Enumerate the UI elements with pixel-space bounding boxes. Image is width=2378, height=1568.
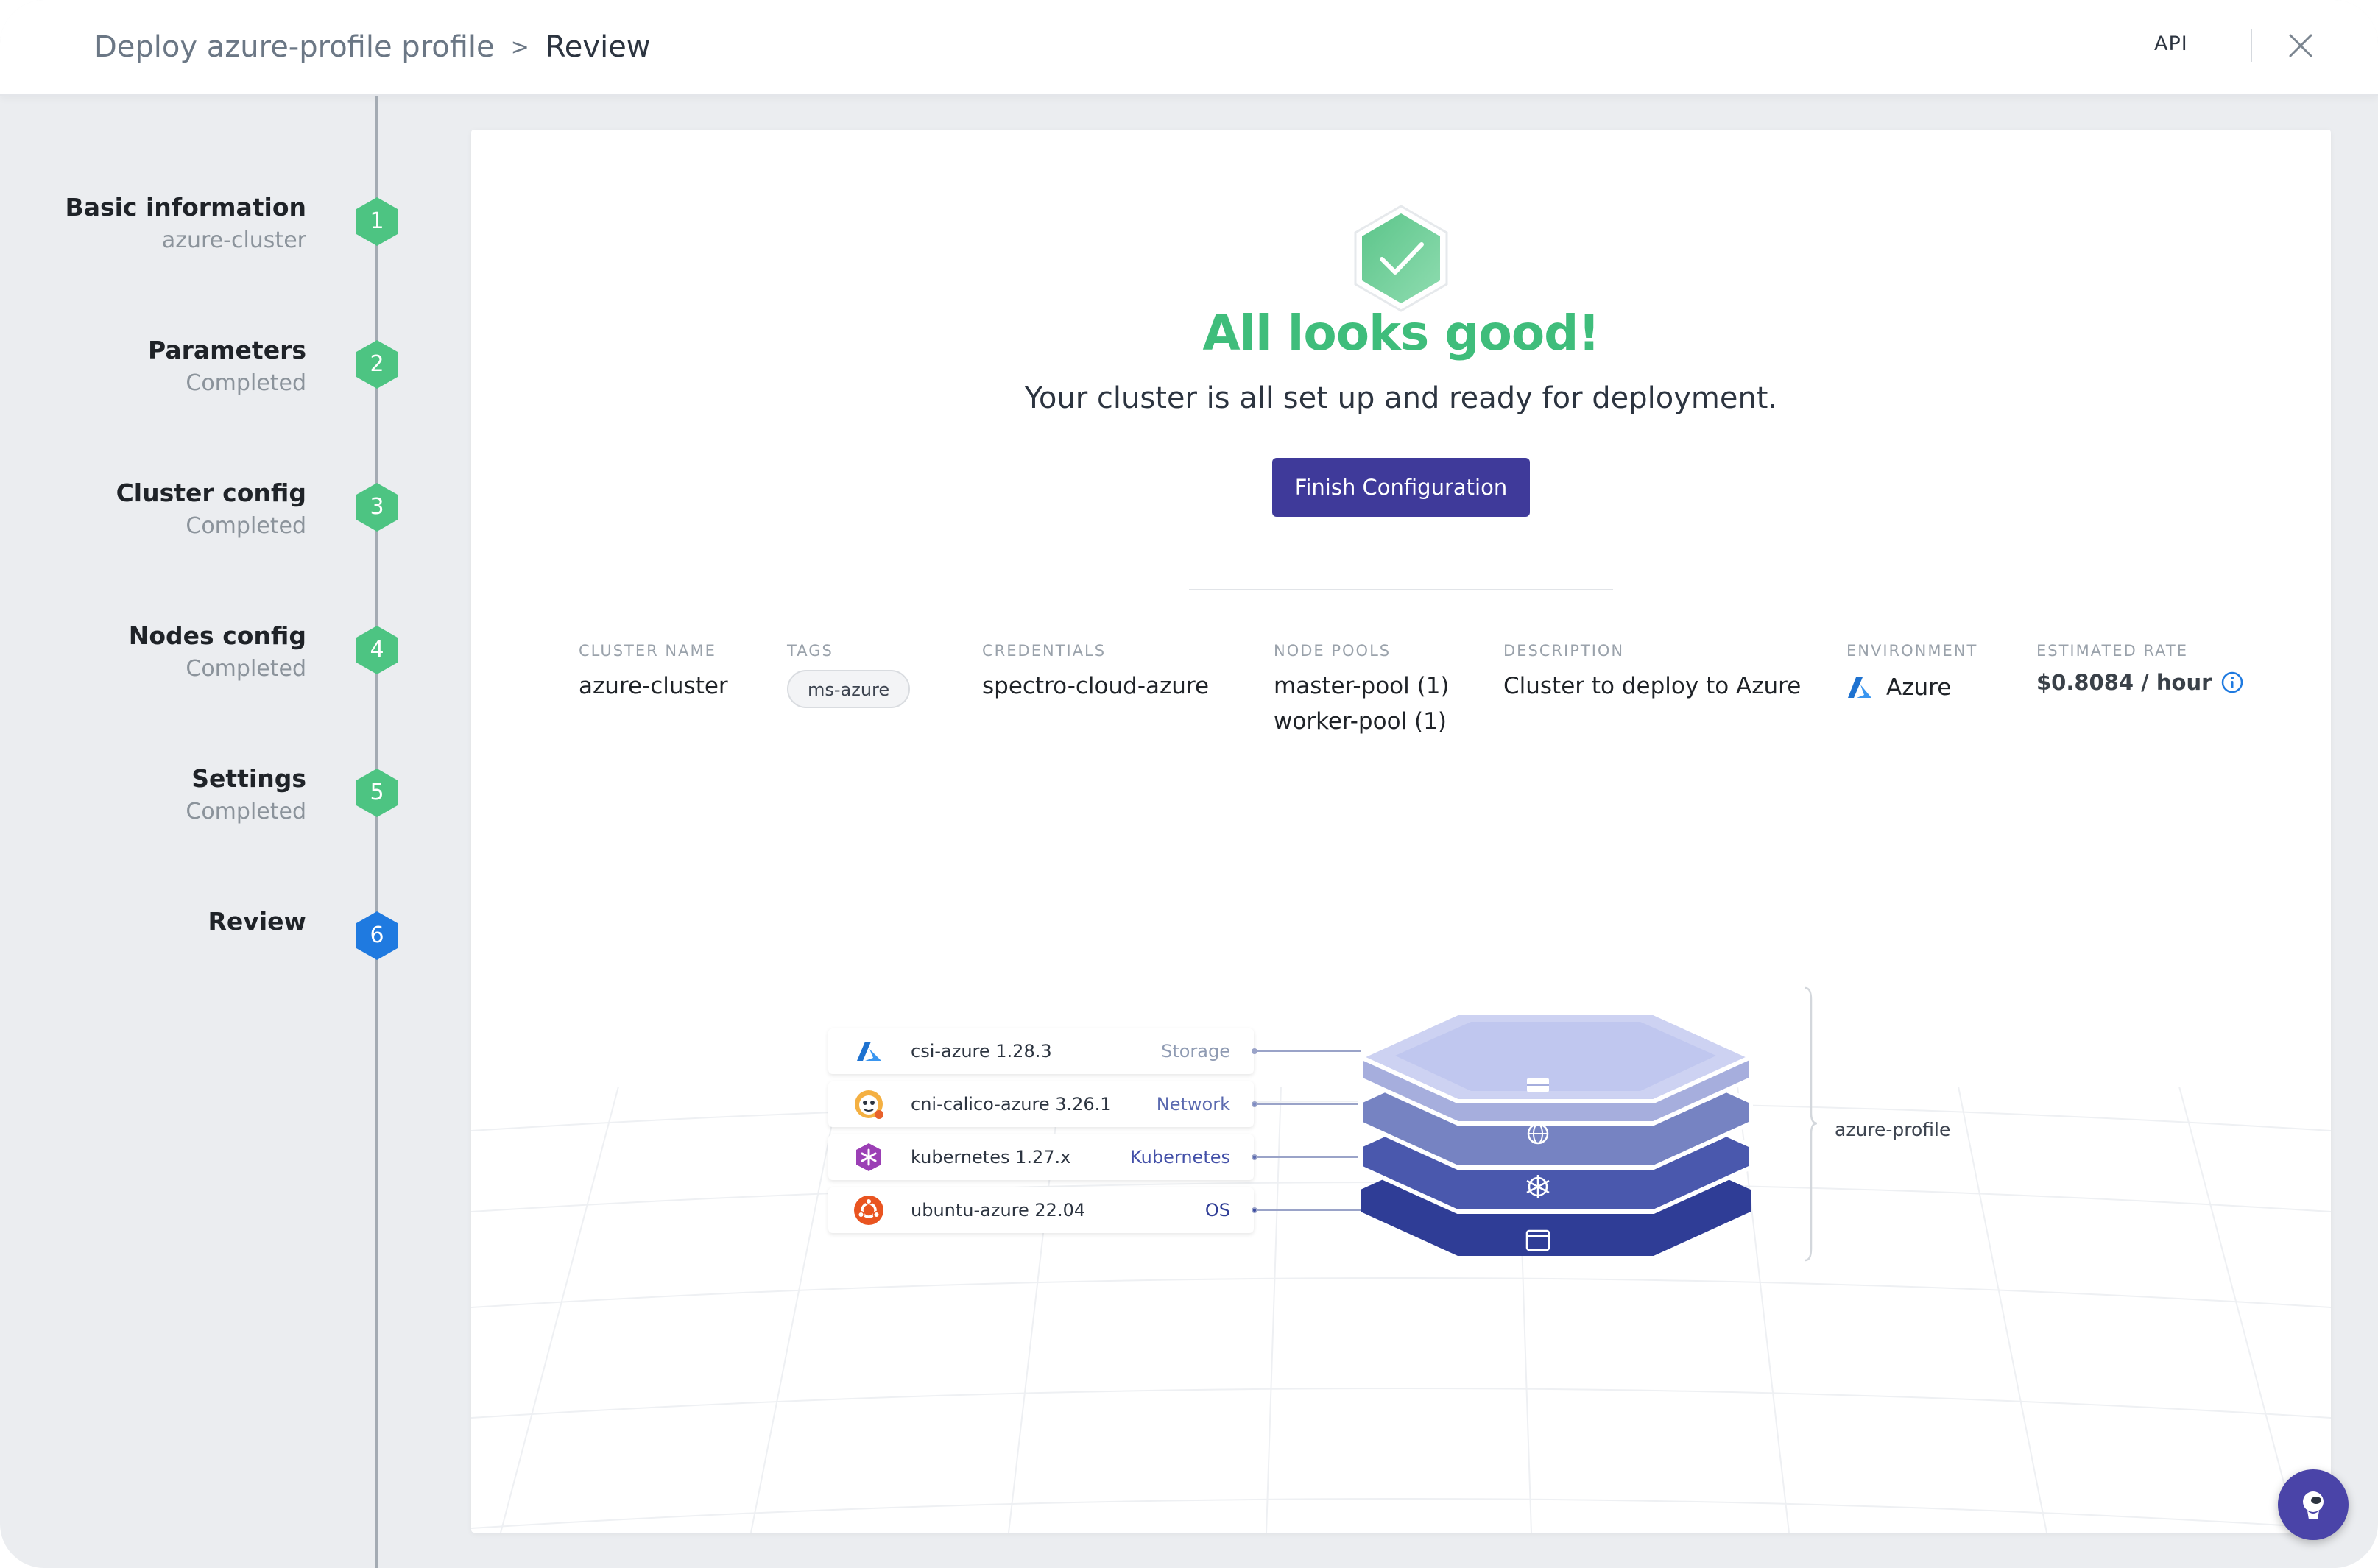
- layer-row-storage[interactable]: csi-azure 1.28.3 Storage: [828, 1028, 1254, 1074]
- step-subtitle: Completed: [186, 370, 306, 396]
- step-title: Cluster config: [116, 478, 306, 507]
- success-title: All looks good!: [1202, 305, 1600, 361]
- wizard-steps: Basic information azure-cluster 1 Parame…: [0, 96, 442, 1568]
- header: Deploy azure-profile profile > Review API: [0, 0, 2378, 96]
- breadcrumb-current: Review: [545, 30, 651, 64]
- step-number: 3: [370, 494, 384, 520]
- breadcrumb-root[interactable]: Deploy azure-profile profile: [94, 30, 495, 64]
- step-number: 5: [370, 780, 384, 805]
- description-field: DESCRIPTION Cluster to deploy to Azure: [1503, 642, 1801, 704]
- layer-row-network[interactable]: cni-calico-azure 3.26.1 Network: [828, 1081, 1254, 1127]
- step-number: 1: [370, 208, 384, 234]
- profile-stack-illustration: [1252, 986, 1818, 1262]
- layer-name: csi-azure 1.28.3: [911, 1041, 1052, 1062]
- field-value: Cluster to deploy to Azure: [1503, 673, 1802, 699]
- cluster-name-field: CLUSTER NAME azure-cluster: [579, 642, 728, 704]
- field-value: azure-cluster: [579, 673, 728, 699]
- steps-rail: [375, 96, 378, 1568]
- layer-name: kubernetes 1.27.x: [911, 1147, 1071, 1168]
- azure-icon: [1848, 677, 1871, 698]
- layer-row-kubernetes[interactable]: kubernetes 1.27.x Kubernetes: [828, 1134, 1254, 1180]
- step-parameters[interactable]: Parameters Completed: [0, 334, 306, 400]
- credentials-field: CREDENTIALS spectro-cloud-azure: [982, 642, 1209, 704]
- layer-name: ubuntu-azure 22.04: [911, 1200, 1086, 1221]
- info-icon[interactable]: [2220, 671, 2244, 694]
- tag-pill: ms-azure: [787, 670, 911, 708]
- app-window: Deploy azure-profile profile > Review API …: [0, 0, 2378, 1568]
- step-title: Nodes config: [128, 621, 306, 650]
- step-6-badge: 6: [354, 910, 400, 961]
- layer-row-os[interactable]: ubuntu-azure 22.04 OS: [828, 1187, 1254, 1233]
- step-subtitle: Completed: [186, 799, 306, 824]
- field-label: CLUSTER NAME: [579, 642, 716, 660]
- field-label: ENVIRONMENT: [1846, 642, 1978, 660]
- divider: [1189, 589, 1613, 590]
- step-2-badge: 2: [354, 339, 400, 390]
- step-4-badge: 4: [354, 624, 400, 676]
- step-nodes-config[interactable]: Nodes config Completed: [0, 620, 306, 686]
- step-review[interactable]: Review: [0, 905, 306, 938]
- field-label: ESTIMATED RATE: [2036, 642, 2188, 660]
- step-basic-information[interactable]: Basic information azure-cluster: [0, 191, 306, 258]
- calico-icon: [855, 1090, 883, 1119]
- field-value: spectro-cloud-azure: [982, 673, 1210, 699]
- step-5-badge: 5: [354, 767, 400, 819]
- step-3-badge: 3: [354, 481, 400, 533]
- step-subtitle: Completed: [186, 513, 306, 539]
- node-pools-field: NODE POOLS master-pool (1) worker-pool (…: [1274, 642, 1450, 739]
- azure-icon: [857, 1042, 881, 1061]
- review-card: All looks good! Your cluster is all set …: [471, 130, 2331, 1533]
- step-title: Basic information: [65, 193, 306, 222]
- layer-type: Kubernetes: [1130, 1147, 1230, 1168]
- layer-name: cni-calico-azure 3.26.1: [911, 1094, 1112, 1115]
- layer-type: Network: [1156, 1094, 1230, 1115]
- tags-field: TAGS ms-azure: [787, 642, 911, 708]
- layer-type: Storage: [1161, 1041, 1230, 1062]
- api-button[interactable]: API: [2154, 32, 2188, 55]
- ubuntu-icon: [854, 1196, 883, 1225]
- success-subtitle: Your cluster is all set up and ready for…: [1024, 381, 1778, 415]
- kubernetes-icon: [856, 1143, 881, 1171]
- profile-name-label: azure-profile: [1835, 1119, 1951, 1140]
- close-icon: [2289, 34, 2312, 57]
- header-divider: [2251, 29, 2252, 62]
- success-check-icon: [1354, 205, 1448, 312]
- step-settings[interactable]: Settings Completed: [0, 763, 306, 829]
- finish-configuration-button[interactable]: Finish Configuration: [1272, 458, 1530, 517]
- node-pool-value: master-pool (1): [1274, 673, 1450, 699]
- step-number: 6: [370, 922, 384, 948]
- step-title: Parameters: [148, 336, 306, 364]
- step-1-badge: 1: [354, 196, 400, 247]
- rate-value: $0.8084 / hour: [2036, 670, 2212, 695]
- field-label: TAGS: [787, 642, 833, 660]
- field-label: NODE POOLS: [1274, 642, 1391, 660]
- step-cluster-config[interactable]: Cluster config Completed: [0, 477, 306, 543]
- step-title: Review: [208, 907, 306, 936]
- astronaut-icon: [2303, 1491, 2324, 1519]
- step-title: Settings: [191, 764, 306, 793]
- node-pool-value: worker-pool (1): [1274, 708, 1447, 735]
- breadcrumb: Deploy azure-profile profile > Review: [94, 25, 651, 72]
- help-button[interactable]: [2278, 1469, 2349, 1540]
- environment-field: ENVIRONMENT Azure: [1846, 642, 1977, 705]
- close-button[interactable]: [2284, 29, 2317, 62]
- breadcrumb-separator: >: [510, 35, 529, 60]
- field-label: DESCRIPTION: [1503, 642, 1625, 660]
- step-subtitle: Completed: [186, 656, 306, 682]
- step-number: 4: [370, 637, 384, 663]
- field-label: CREDENTIALS: [982, 642, 1107, 660]
- layer-type: OS: [1204, 1200, 1230, 1221]
- step-number: 2: [370, 351, 384, 377]
- field-value: Azure: [1886, 674, 1952, 701]
- step-subtitle: azure-cluster: [161, 227, 306, 253]
- estimated-rate-field: ESTIMATED RATE $0.8084 / hour: [2036, 642, 2244, 695]
